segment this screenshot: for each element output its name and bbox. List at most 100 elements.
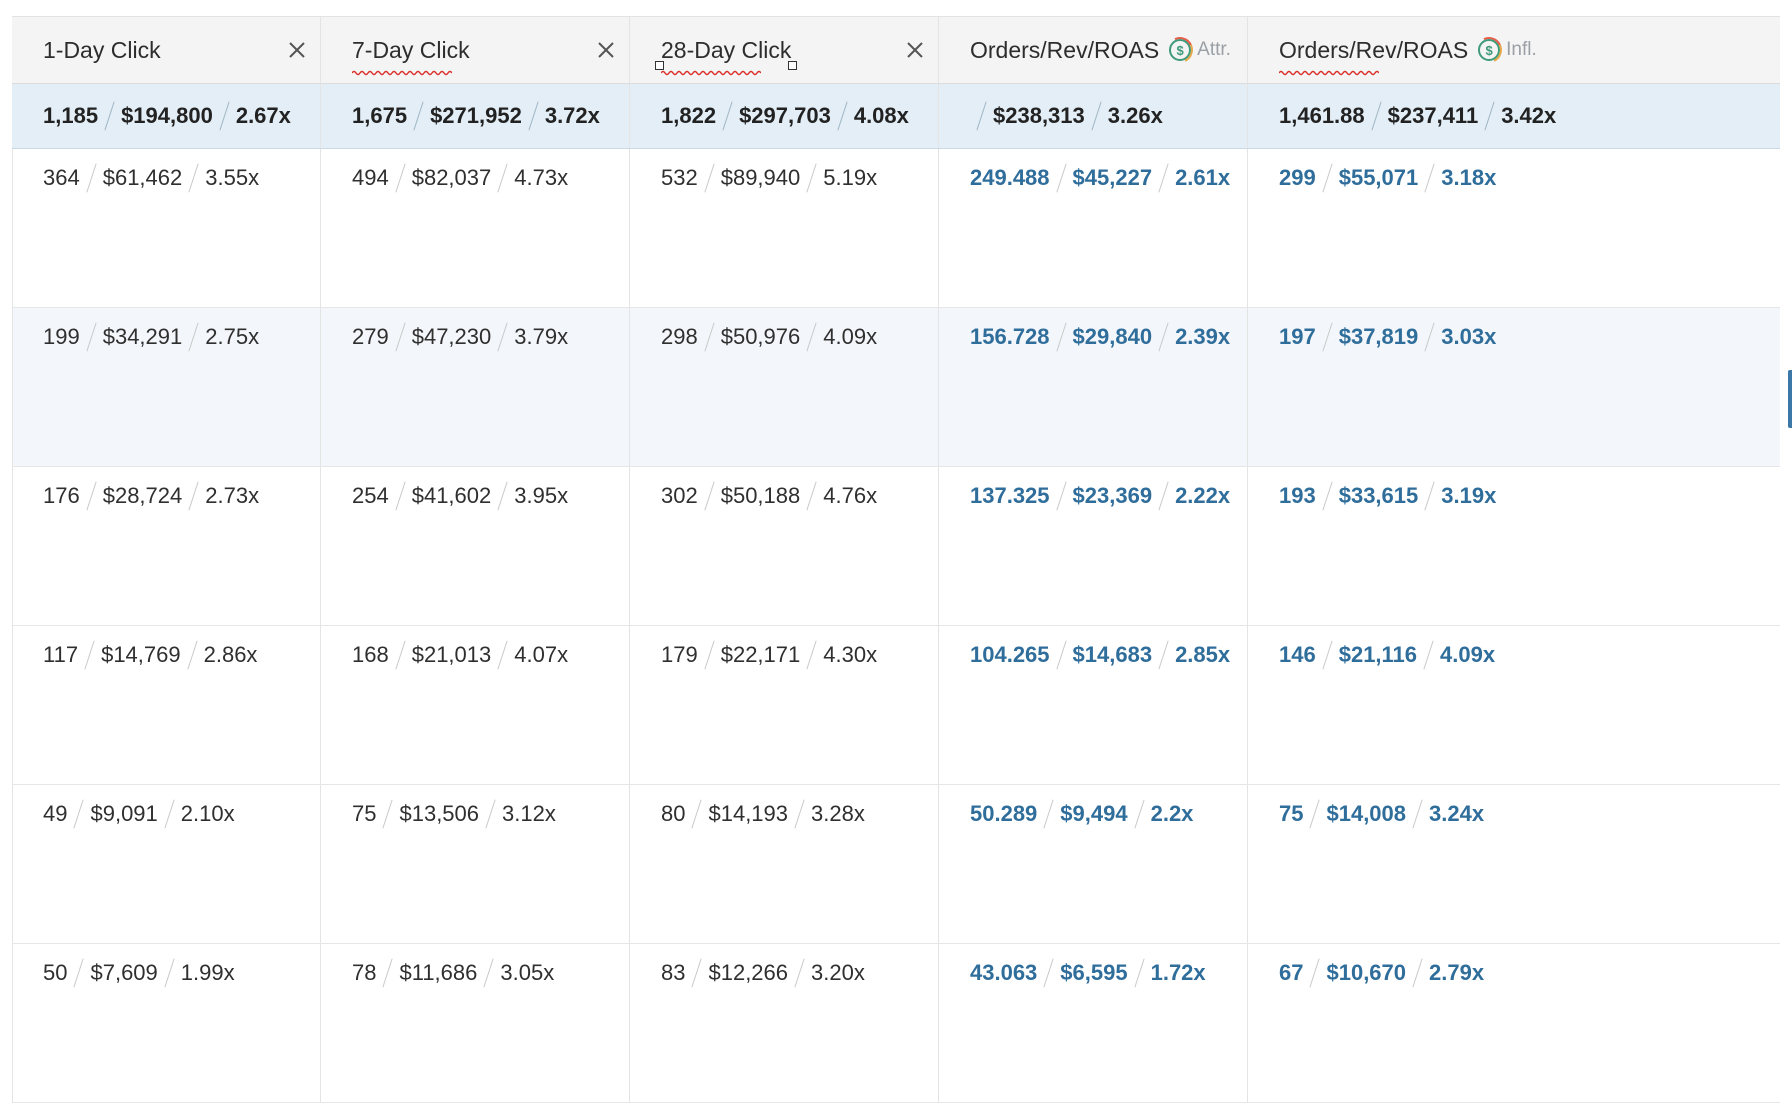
value-separator bbox=[497, 322, 508, 352]
cell-value: 4.09x bbox=[823, 324, 878, 349]
totals-row: 1,185 $194,800 2.67x 1,675 $271,952 3.72x 1,82… bbox=[12, 84, 1780, 149]
value-separator bbox=[1158, 322, 1169, 352]
value-separator bbox=[86, 163, 97, 193]
table-cell[interactable]: 279 $47,230 3.79x bbox=[321, 308, 630, 466]
selection-handle-start[interactable] bbox=[655, 60, 664, 70]
cell-value: 298 bbox=[661, 324, 698, 349]
value-separator bbox=[1158, 163, 1169, 193]
column-header[interactable]: 7-Day Click bbox=[321, 17, 630, 83]
close-icon[interactable] bbox=[284, 37, 310, 63]
cell-value: 83 bbox=[661, 960, 686, 985]
value-separator bbox=[1055, 640, 1067, 670]
table-cell[interactable]: 364 $61,462 3.55x bbox=[12, 149, 321, 307]
table-cell[interactable]: 156.728 $29,840 2.39x bbox=[939, 308, 1248, 466]
cell-value: 1,185 bbox=[43, 103, 99, 128]
total-cell[interactable]: 1,461.88 $237,411 3.42x bbox=[1248, 84, 1780, 148]
cell-value: $14,193 bbox=[708, 801, 789, 826]
column-header[interactable]: Orders/Rev/ROAS $ Attr. bbox=[939, 17, 1248, 83]
table-cell[interactable]: 146 $21,116 4.09x bbox=[1248, 626, 1780, 784]
table-cell[interactable]: 80 $14,193 3.28x bbox=[630, 785, 939, 943]
value-separator bbox=[691, 799, 703, 829]
column-header[interactable]: 1-Day Click bbox=[12, 17, 321, 83]
selection-handle-end[interactable] bbox=[788, 60, 798, 70]
close-icon[interactable] bbox=[902, 37, 928, 63]
table-cell[interactable]: 254 $41,602 3.95x bbox=[321, 467, 630, 625]
cell-value: $55,071 bbox=[1338, 165, 1419, 190]
table-row[interactable]: 49 $9,091 2.10x 75 $13,506 3.12x 80 $14,193 3.28… bbox=[12, 785, 1780, 944]
cell-value: 78 bbox=[352, 960, 377, 985]
column-header[interactable]: Orders/Rev/ROAS $ Infl. bbox=[1248, 17, 1780, 83]
cell-value: $21,013 bbox=[411, 642, 492, 667]
value-separator bbox=[1043, 958, 1054, 988]
cell-value: 2.39x bbox=[1175, 324, 1231, 349]
table-row[interactable]: 50 $7,609 1.99x 78 $11,686 3.05x 83 $12,266 3.20… bbox=[12, 944, 1780, 1103]
cell-value: 49 bbox=[43, 801, 68, 826]
table-cell[interactable]: 176 $28,724 2.73x bbox=[12, 467, 321, 625]
table-cell[interactable]: 83 $12,266 3.20x bbox=[630, 944, 939, 1102]
value-separator bbox=[164, 958, 175, 988]
table-cell[interactable]: 75 $14,008 3.24x bbox=[1248, 785, 1780, 943]
cell-value: 193 bbox=[1279, 483, 1316, 508]
value-separator bbox=[704, 481, 715, 511]
cell-value: $45,227 bbox=[1072, 165, 1153, 190]
cell-value: 3.05x bbox=[500, 960, 555, 985]
table-cell[interactable]: 197 $37,819 3.03x bbox=[1248, 308, 1780, 466]
value-separator bbox=[497, 481, 508, 511]
table-cell[interactable]: 50 $7,609 1.99x bbox=[12, 944, 321, 1102]
table-cell[interactable]: 43.063 $6,595 1.72x bbox=[939, 944, 1248, 1102]
table-row[interactable]: 176 $28,724 2.73x 254 $41,602 3.95x 302 $50,188… bbox=[12, 467, 1780, 626]
total-cell[interactable]: $238,313 3.26x bbox=[939, 84, 1248, 148]
table-cell[interactable]: 67 $10,670 2.79x bbox=[1248, 944, 1780, 1102]
value-separator bbox=[794, 799, 805, 829]
table-row[interactable]: 117 $14,769 2.86x 168 $21,013 4.07x 179 $22,171… bbox=[12, 626, 1780, 785]
cell-value: 3.18x bbox=[1441, 165, 1497, 190]
table-cell[interactable]: 298 $50,976 4.09x bbox=[630, 308, 939, 466]
value-separator bbox=[1133, 799, 1145, 829]
scroll-thumb[interactable] bbox=[1788, 370, 1792, 428]
cell-value: $9,091 bbox=[90, 801, 158, 826]
value-separator bbox=[395, 163, 406, 193]
value-separator bbox=[1424, 481, 1435, 511]
table-cell[interactable]: 193 $33,615 3.19x bbox=[1248, 467, 1780, 625]
table-cell[interactable]: 494 $82,037 4.73x bbox=[321, 149, 630, 307]
cell-value: 1.72x bbox=[1150, 960, 1206, 985]
value-separator bbox=[1322, 322, 1333, 352]
cell-value: 3.03x bbox=[1441, 324, 1497, 349]
table-row[interactable]: 364 $61,462 3.55x 494 $82,037 4.73x 532 $89,940… bbox=[12, 149, 1780, 308]
table-cell[interactable]: 49 $9,091 2.10x bbox=[12, 785, 321, 943]
total-cell[interactable]: 1,185 $194,800 2.67x bbox=[12, 84, 321, 148]
table-row[interactable]: 199 $34,291 2.75x 279 $47,230 3.79x 298 $50,976… bbox=[12, 308, 1780, 467]
total-cell[interactable]: 1,822 $297,703 4.08x bbox=[630, 84, 939, 148]
close-icon[interactable] bbox=[593, 37, 619, 63]
table-cell[interactable]: 302 $50,188 4.76x bbox=[630, 467, 939, 625]
table-cell[interactable]: 299 $55,071 3.18x bbox=[1248, 149, 1780, 307]
table-cell[interactable]: 137.325 $23,369 2.22x bbox=[939, 467, 1248, 625]
value-separator bbox=[188, 163, 199, 193]
column-header[interactable]: 28-Day Click bbox=[630, 17, 939, 83]
table-cell[interactable]: 117 $14,769 2.86x bbox=[12, 626, 321, 784]
cell-value: 494 bbox=[352, 165, 389, 190]
table-cell[interactable]: 168 $21,013 4.07x bbox=[321, 626, 630, 784]
value-separator bbox=[1055, 163, 1067, 193]
table-cell[interactable]: 50.289 $9,494 2.2x bbox=[939, 785, 1248, 943]
table-cell[interactable]: 532 $89,940 5.19x bbox=[630, 149, 939, 307]
cell-value: 2.2x bbox=[1150, 801, 1194, 826]
table-cell[interactable]: 75 $13,506 3.12x bbox=[321, 785, 630, 943]
cell-value: $7,609 bbox=[90, 960, 158, 985]
table-cell[interactable]: 199 $34,291 2.75x bbox=[12, 308, 321, 466]
spellcheck-underline bbox=[661, 70, 761, 75]
cell-value: 146 bbox=[1279, 642, 1316, 667]
table-cell[interactable]: 104.265 $14,683 2.85x bbox=[939, 626, 1248, 784]
table-cell[interactable]: 179 $22,171 4.30x bbox=[630, 626, 939, 784]
cell-value: $22,171 bbox=[720, 642, 801, 667]
value-separator bbox=[413, 101, 424, 131]
value-separator bbox=[806, 322, 817, 352]
table-cell[interactable]: 78 $11,686 3.05x bbox=[321, 944, 630, 1102]
table-cell[interactable]: 249.488 $45,227 2.61x bbox=[939, 149, 1248, 307]
cell-value: 3.42x bbox=[1501, 103, 1557, 128]
total-cell[interactable]: 1,675 $271,952 3.72x bbox=[321, 84, 630, 148]
cell-value: 302 bbox=[661, 483, 698, 508]
cell-value: $28,724 bbox=[102, 483, 183, 508]
cell-value: 168 bbox=[352, 642, 389, 667]
cell-value: $9,494 bbox=[1060, 801, 1128, 826]
